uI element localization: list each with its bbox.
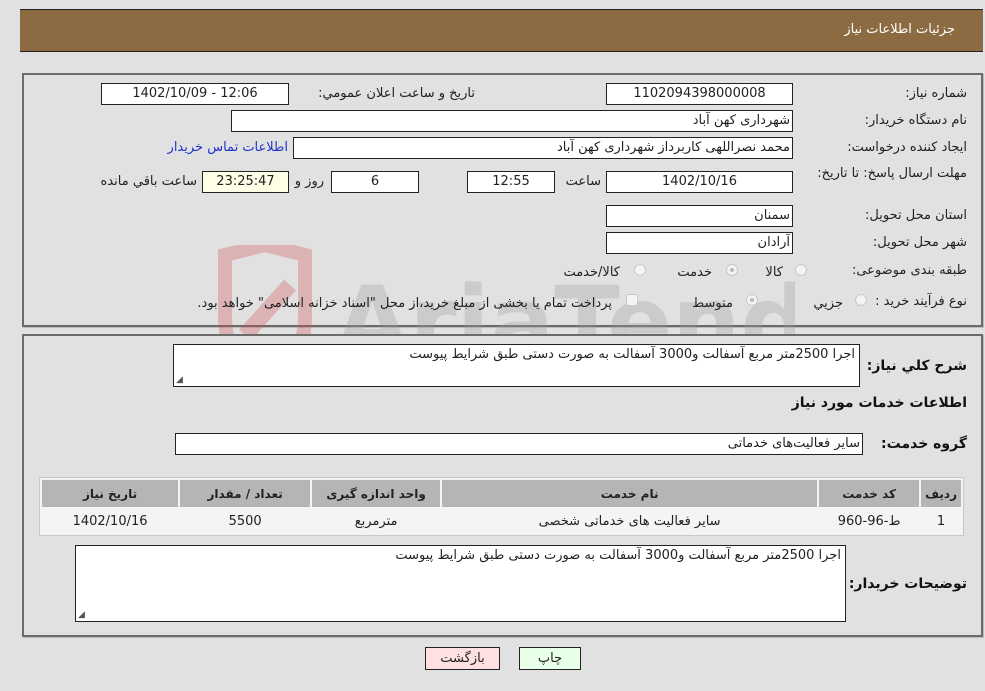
- creator-label: ایجاد کننده درخواست:: [847, 140, 967, 155]
- days-label: روز و: [294, 174, 324, 189]
- remaining-time-label: ساعت باقي مانده: [100, 174, 197, 189]
- buyer-notes-label: توضیحات خریدار:: [848, 576, 967, 592]
- buyer-org-field: شهرداری کهن آباد: [231, 110, 793, 132]
- category-option-goods: کالا: [765, 265, 783, 280]
- resize-grip-icon[interactable]: ◢: [176, 375, 183, 385]
- description-textarea[interactable]: اجرا 2500متر مربع آسفالت و3000 آسفالت به…: [173, 344, 860, 387]
- page-header: جزئیات اطلاعات نیاز: [20, 9, 983, 52]
- description-text: اجرا 2500متر مربع آسفالت و3000 آسفالت به…: [409, 347, 855, 362]
- table-header-row: ردیف کد خدمت نام خدمت واحد اندازه گیری ت…: [42, 480, 961, 507]
- remaining-time-field: 23:25:47: [202, 171, 289, 193]
- cell-need-date: 1402/10/16: [42, 509, 179, 533]
- col-header-need-date: تاریخ نیاز: [42, 480, 179, 507]
- service-group-label: گروه خدمت:: [881, 436, 967, 452]
- page-title: جزئیات اطلاعات نیاز: [844, 22, 955, 37]
- table-row: 1 ط-96-960 سایر فعالیت های خدماتی شخصی م…: [42, 509, 961, 533]
- resize-grip-icon[interactable]: ◢: [78, 610, 85, 620]
- service-group-field: سایر فعالیت‌های خدماتی: [175, 433, 863, 455]
- creator-field: محمد نصراللهی کاربرداز شهرداری کهن آباد: [293, 137, 793, 159]
- col-header-service-name: نام خدمت: [442, 480, 818, 507]
- treasury-checkbox[interactable]: [626, 294, 638, 306]
- need-number-field: 1102094398000008: [606, 83, 793, 105]
- back-button[interactable]: بازگشت: [425, 647, 500, 670]
- process-radio-minor[interactable]: [855, 294, 867, 306]
- treasury-note: پرداخت تمام یا بخشی از مبلغ خرید،از محل …: [197, 296, 612, 311]
- need-number-label: شماره نیاز:: [905, 86, 967, 101]
- category-radio-goods[interactable]: [795, 264, 807, 276]
- province-field: سمنان: [606, 205, 793, 227]
- buyer-contact-link[interactable]: اطلاعات تماس خریدار: [168, 140, 288, 155]
- process-option-minor: جزيي: [813, 296, 843, 311]
- col-header-row-number: ردیف: [921, 480, 961, 507]
- cell-service-name: سایر فعالیت های خدماتی شخصی: [442, 509, 818, 533]
- col-header-service-code: کد خدمت: [819, 480, 920, 507]
- process-radio-medium[interactable]: [746, 294, 758, 306]
- description-label: شرح کلي نیاز:: [866, 358, 967, 374]
- process-type-label: نوع فرآیند خرید :: [875, 294, 967, 309]
- col-header-quantity: تعداد / مقدار: [180, 480, 311, 507]
- buyer-notes-textarea[interactable]: اجرا 2500متر مربع آسفالت و3000 آسفالت به…: [75, 545, 846, 622]
- announce-label: تاریخ و ساعت اعلان عمومي:: [318, 86, 475, 101]
- category-option-goods-service: کالا/خدمت: [563, 265, 620, 280]
- category-option-service: خدمت: [677, 265, 712, 280]
- cell-service-code: ط-96-960: [819, 509, 920, 533]
- buyer-notes-text: اجرا 2500متر مربع آسفالت و3000 آسفالت به…: [395, 548, 841, 563]
- deadline-time-field: 12:55: [467, 171, 555, 193]
- col-header-unit: واحد اندازه گیری: [312, 480, 441, 507]
- cell-row-number: 1: [921, 509, 961, 533]
- deadline-date-field: 1402/10/16: [606, 171, 793, 193]
- print-button[interactable]: چاپ: [519, 647, 581, 670]
- services-section-title: اطلاعات خدمات مورد نیاز: [791, 395, 967, 411]
- deadline-time-label: ساعت: [565, 174, 601, 189]
- cell-quantity: 5500: [180, 509, 311, 533]
- category-radio-goods-service[interactable]: [634, 264, 646, 276]
- process-option-medium: متوسط: [692, 296, 733, 311]
- category-radio-service[interactable]: [726, 264, 738, 276]
- services-table: ردیف کد خدمت نام خدمت واحد اندازه گیری ت…: [39, 477, 964, 536]
- deadline-label: مهلت ارسال پاسخ: تا تاریخ:: [817, 166, 967, 181]
- buyer-org-label: نام دستگاه خریدار:: [864, 113, 967, 128]
- city-label: شهر محل تحویل:: [872, 235, 967, 250]
- announce-datetime-field: 1402/10/09 - 12:06: [101, 83, 289, 105]
- city-field: آرادان: [606, 232, 793, 254]
- category-label: طبقه بندی موضوعی:: [851, 263, 967, 278]
- province-label: استان محل تحویل:: [865, 208, 967, 223]
- days-remaining-field: 6: [331, 171, 419, 193]
- cell-unit: مترمربع: [312, 509, 441, 533]
